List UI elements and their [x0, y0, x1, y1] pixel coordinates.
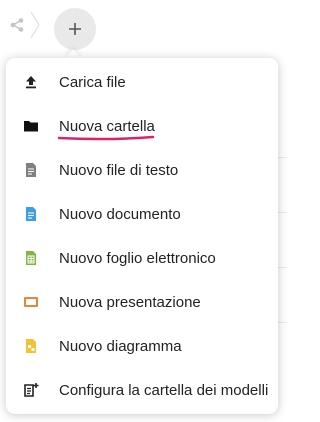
menu-item-label: Nuovo foglio elettronico — [59, 249, 216, 267]
menu-item-new-document[interactable]: Nuovo documento — [6, 192, 278, 236]
menu-item-label: Nuovo documento — [59, 205, 181, 223]
new-file-menu: Carica file Nuova cartella Nuovo file di… — [6, 58, 278, 414]
share-icon[interactable] — [9, 17, 25, 33]
menu-item-label: Nuova cartella — [59, 117, 155, 135]
menu-item-new-text-file[interactable]: Nuovo file di testo — [6, 148, 278, 192]
folder-icon — [23, 118, 39, 134]
presentation-icon — [23, 294, 39, 310]
menu-item-new-diagram[interactable]: Nuovo diagramma — [6, 324, 278, 368]
menu-item-label: Configura la cartella dei modelli — [59, 381, 269, 399]
menu-item-label: Nuovo diagramma — [59, 337, 182, 355]
diagram-icon — [23, 338, 39, 354]
breadcrumb-separator-icon — [29, 10, 41, 40]
menu-item-new-folder[interactable]: Nuova cartella — [6, 104, 278, 148]
plus-icon — [69, 23, 81, 35]
spreadsheet-icon — [23, 250, 39, 266]
new-button[interactable] — [54, 8, 96, 50]
menu-item-new-spreadsheet[interactable]: Nuovo foglio elettronico — [6, 236, 278, 280]
text-file-icon — [23, 162, 39, 178]
upload-icon — [23, 74, 39, 90]
document-icon — [23, 206, 39, 222]
menu-item-label: Nuovo file di testo — [59, 161, 179, 179]
highlight-underline — [57, 135, 155, 140]
menu-item-label: Carica file — [59, 73, 126, 91]
menu-item-label: Nuova presentazione — [59, 293, 201, 311]
menu-item-upload-file[interactable]: Carica file — [6, 60, 278, 104]
template-folder-icon — [23, 382, 39, 398]
menu-item-new-presentation[interactable]: Nuova presentazione — [6, 280, 278, 324]
breadcrumb-bar — [0, 0, 287, 56]
menu-item-configure-templates[interactable]: Configura la cartella dei modelli — [6, 368, 278, 412]
